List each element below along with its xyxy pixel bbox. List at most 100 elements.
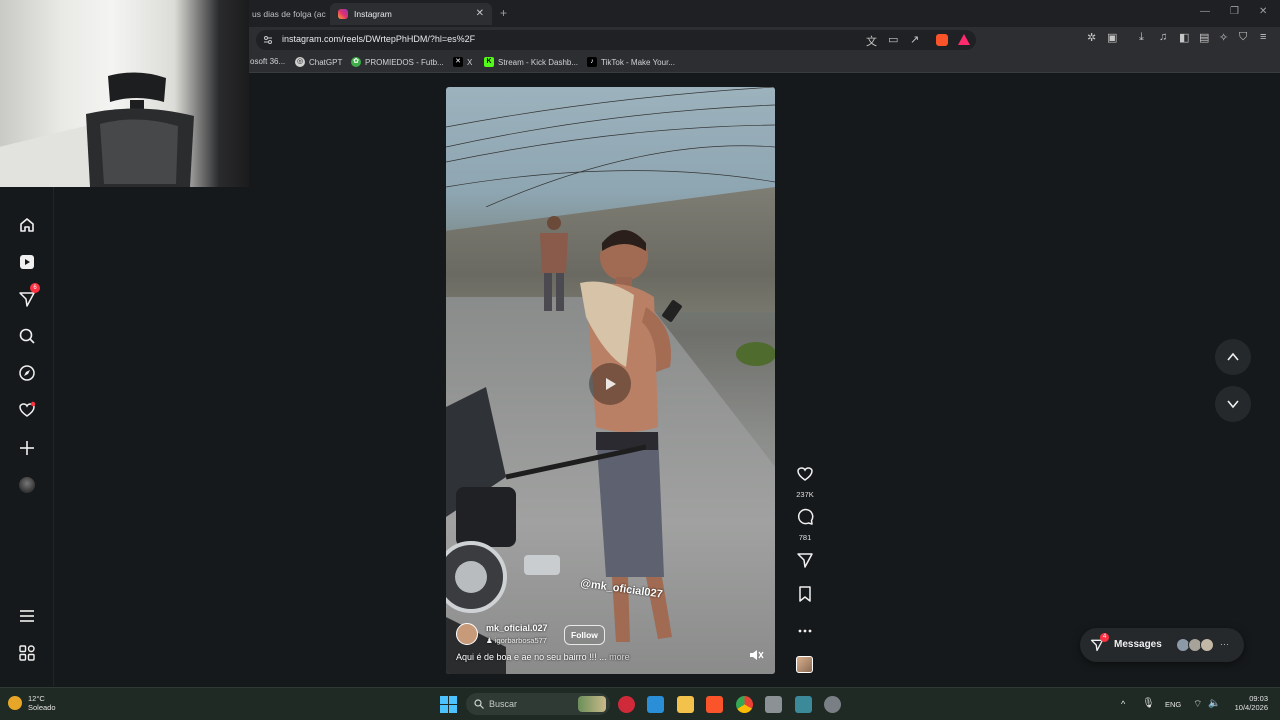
reel-video[interactable]: @mk_oficial027 mk_oficial.027 ♟ igorbarb… bbox=[446, 87, 775, 674]
heart-notifications-icon[interactable] bbox=[16, 399, 38, 421]
weather-temp: 12°C bbox=[28, 694, 45, 703]
share-icon[interactable]: ↗ bbox=[910, 33, 919, 46]
minimize-icon[interactable]: — bbox=[1200, 6, 1210, 17]
create-icon[interactable] bbox=[16, 437, 38, 459]
wallet-icon[interactable]: ▣ bbox=[1107, 31, 1117, 44]
app-icon[interactable] bbox=[795, 696, 812, 713]
like-heart-icon[interactable] bbox=[796, 465, 814, 483]
bookmark-icon[interactable] bbox=[796, 585, 814, 603]
author-username[interactable]: mk_oficial.027 bbox=[486, 623, 548, 633]
media-player-icon[interactable] bbox=[618, 696, 635, 713]
tiktok-icon: ♪ bbox=[587, 57, 597, 67]
brave-browser-icon[interactable] bbox=[706, 696, 723, 713]
message-avatar bbox=[1200, 638, 1214, 652]
audio-thumbnail[interactable] bbox=[796, 656, 813, 673]
previous-reel-button[interactable] bbox=[1215, 339, 1251, 375]
menu-icon[interactable]: ≡ bbox=[1260, 31, 1266, 43]
chrome-icon[interactable] bbox=[736, 696, 753, 713]
save-action[interactable] bbox=[793, 585, 817, 608]
tab-instagram[interactable]: Instagram ✕ bbox=[330, 3, 492, 25]
vscode-icon[interactable] bbox=[647, 696, 664, 713]
volume-icon[interactable]: 🔈 bbox=[1208, 698, 1220, 709]
cast-icon[interactable]: ▭ bbox=[888, 33, 898, 46]
weather-widget[interactable]: 12°C Soleado bbox=[8, 694, 56, 712]
more-dots-icon[interactable] bbox=[796, 627, 814, 635]
downloads-icon[interactable]: ⤓ bbox=[1139, 31, 1144, 44]
clock-date: 10/4/2026 bbox=[1234, 703, 1268, 712]
share-send-icon[interactable] bbox=[796, 551, 814, 569]
app-icon[interactable] bbox=[765, 696, 782, 713]
bookmark-label: Stream - Kick Dashb... bbox=[498, 57, 579, 67]
caption-more-link[interactable]: more bbox=[609, 652, 630, 662]
reels-icon[interactable] bbox=[16, 251, 38, 273]
bookmark-label: PROMIEDOS - Futb... bbox=[365, 57, 444, 67]
bookmark-kick[interactable]: K Stream - Kick Dashb... bbox=[484, 57, 578, 67]
like-count: 237K bbox=[796, 490, 814, 499]
follow-button[interactable]: Follow bbox=[564, 625, 605, 645]
bookmark-chatgpt[interactable]: ◎ ChatGPT bbox=[295, 57, 342, 67]
wifi-icon[interactable]: ⌔ bbox=[1193, 698, 1202, 711]
bookmark-microsoft[interactable]: osoft 36... bbox=[250, 57, 285, 66]
power-lines-graphic bbox=[446, 87, 775, 207]
extensions-icon[interactable]: ✲ bbox=[1087, 31, 1096, 44]
webcam-overlay bbox=[0, 0, 249, 187]
bookmark-promiedos[interactable]: ✿ PROMIEDOS - Futb... bbox=[351, 57, 444, 67]
address-bar[interactable]: instagram.com/reels/DWrtepPhHDM/?hl=es%2… bbox=[256, 30, 976, 50]
url-text: instagram.com/reels/DWrtepPhHDM/?hl=es%2… bbox=[282, 34, 476, 44]
home-icon[interactable] bbox=[16, 214, 38, 236]
more-menu-icon[interactable] bbox=[16, 605, 38, 627]
comment-action[interactable]: 781 bbox=[793, 508, 817, 542]
search-highlight-icon bbox=[578, 696, 606, 712]
bookmark-x[interactable]: ✕ X bbox=[453, 57, 472, 67]
reel-caption[interactable]: Aqui é de boa e ae no seu bairro !!! ...… bbox=[456, 652, 630, 662]
file-explorer-icon[interactable] bbox=[677, 696, 694, 713]
bookmark-tiktok[interactable]: ♪ TikTok - Make Your... bbox=[587, 57, 675, 67]
microphone-icon[interactable]: 🎙 bbox=[1142, 698, 1155, 709]
restore-icon[interactable]: ❐ bbox=[1230, 6, 1239, 17]
vpn-shield-icon[interactable]: ⛉ bbox=[1239, 31, 1247, 44]
translate-icon[interactable]: 文 bbox=[866, 33, 877, 49]
promiedos-icon: ✿ bbox=[351, 57, 361, 67]
tab-previous[interactable]: us dias de folga (acc bbox=[244, 3, 326, 25]
profile-avatar[interactable] bbox=[16, 474, 38, 496]
site-settings-icon[interactable] bbox=[263, 35, 273, 45]
bookmark-label: TikTok - Make Your... bbox=[601, 57, 675, 67]
sun-icon bbox=[8, 696, 22, 710]
mute-icon[interactable] bbox=[748, 647, 764, 663]
close-window-icon[interactable]: ✕ bbox=[1259, 6, 1267, 17]
search-icon[interactable] bbox=[16, 325, 38, 347]
messages-label: Messages bbox=[1114, 639, 1162, 650]
bookmark-label: osoft 36... bbox=[250, 57, 286, 66]
like-action[interactable]: 237K bbox=[793, 465, 817, 499]
bush bbox=[736, 342, 775, 366]
notifications-badge: 6 bbox=[30, 283, 40, 293]
leo-ai-icon[interactable]: ✧ bbox=[1219, 31, 1228, 44]
play-icon bbox=[606, 378, 616, 390]
author-avatar[interactable] bbox=[456, 623, 478, 645]
new-tab-button[interactable]: + bbox=[500, 6, 507, 20]
also-from-meta-icon[interactable] bbox=[16, 642, 38, 664]
collaborator-username[interactable]: ♟ igorbarbosa577 bbox=[486, 636, 547, 645]
brave-shields-icon[interactable] bbox=[936, 34, 948, 46]
play-button[interactable] bbox=[589, 363, 631, 405]
media-icon[interactable]: ♫ bbox=[1159, 31, 1167, 43]
messages-nav-icon[interactable]: 6 bbox=[16, 283, 40, 310]
comment-icon[interactable] bbox=[796, 508, 814, 526]
app-icon[interactable] bbox=[824, 696, 841, 713]
close-tab-icon[interactable]: ✕ bbox=[476, 8, 484, 19]
clock[interactable]: 09:03 10/4/2026 bbox=[1226, 694, 1268, 712]
messages-button[interactable]: 4 Messages ··· bbox=[1080, 628, 1244, 662]
sidebar-toggle-icon[interactable]: ◧ bbox=[1179, 31, 1189, 44]
reading-list-icon[interactable]: ▤ bbox=[1199, 31, 1209, 44]
person-icon: ♟ bbox=[486, 636, 493, 645]
share-action[interactable] bbox=[793, 551, 817, 574]
explore-icon[interactable] bbox=[16, 362, 38, 384]
tab-label: Instagram bbox=[354, 9, 392, 19]
brave-rewards-icon[interactable] bbox=[958, 34, 970, 45]
more-options-action[interactable] bbox=[793, 622, 817, 640]
chevron-up-icon[interactable]: ^ bbox=[1121, 699, 1125, 709]
taskbar-search[interactable]: Buscar bbox=[466, 693, 610, 715]
language-indicator[interactable]: ENG bbox=[1165, 700, 1181, 709]
next-reel-button[interactable] bbox=[1215, 386, 1251, 422]
windows-start-icon[interactable] bbox=[440, 696, 457, 713]
